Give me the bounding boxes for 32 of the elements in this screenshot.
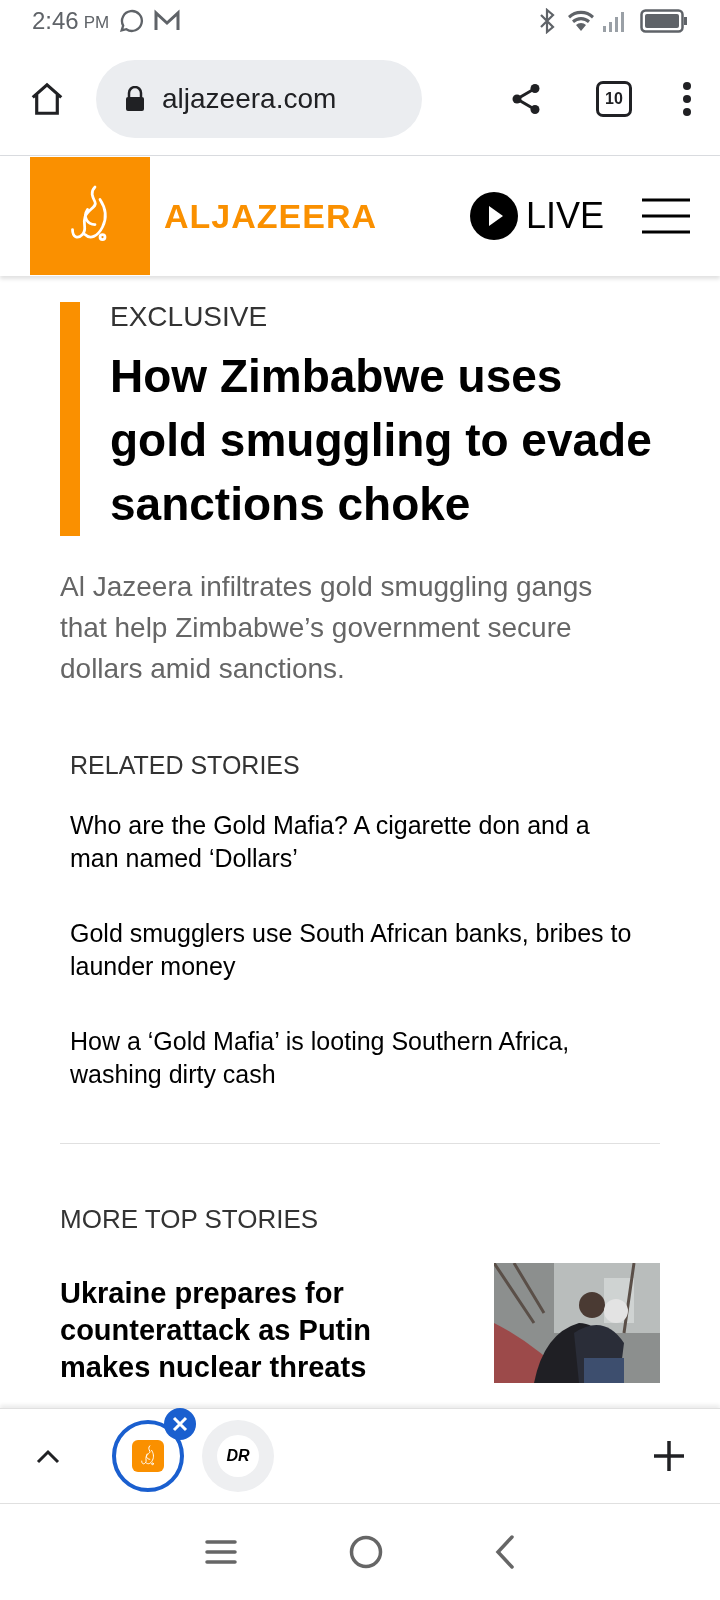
play-icon[interactable] <box>469 192 518 240</box>
home-button-icon[interactable] <box>349 1535 383 1569</box>
kicker: EXCLUSIVE <box>110 300 269 334</box>
story-link[interactable]: Ukraine prepares for counterattack as Putin makes nuclear threats <box>60 1262 400 1386</box>
signal-icon <box>602 10 626 32</box>
more-title: MORE TOP STORIES <box>60 1202 320 1236</box>
more-icon[interactable] <box>682 80 692 117</box>
tab-count-button[interactable]: 10 <box>596 80 632 117</box>
tab[interactable]: DR <box>202 1420 274 1492</box>
related-story-link[interactable]: Gold smugglers use South African banks, bribes to launder money <box>70 916 640 983</box>
lock-icon <box>124 85 146 112</box>
chevron-up-icon[interactable] <box>36 1448 60 1464</box>
status-ampm: PM <box>83 12 110 35</box>
recent-apps-icon[interactable] <box>205 1539 237 1565</box>
battery-icon <box>640 9 688 33</box>
bluetooth-icon <box>538 8 556 34</box>
status-time: 2:46 <box>32 6 79 36</box>
url-text: aljazeera.com <box>162 81 337 116</box>
live-link[interactable]: LIVE <box>525 189 604 243</box>
back-icon[interactable] <box>495 1535 515 1569</box>
related-title: RELATED STORIES <box>70 750 301 781</box>
close-icon[interactable] <box>164 1408 196 1440</box>
related-story-link[interactable]: How a ‘Gold Mafia’ is looting Southern Africa, washing dirty cash <box>70 1024 640 1091</box>
summary: Al Jazeera infiltrates gold smuggling gangs that help Zimbabwe’s government secure dollars amid sanctions. <box>60 570 594 686</box>
mail-icon <box>153 9 182 33</box>
favicon: DR <box>217 1435 259 1477</box>
address-bar[interactable]: aljazeera.com <box>96 59 422 138</box>
chat-icon <box>117 7 146 35</box>
add-icon[interactable] <box>654 1441 684 1471</box>
headline: How Zimbabwe uses gold smuggling to evade sanctions choke <box>110 349 653 532</box>
related-story-link[interactable]: Who are the Gold Mafia? A cigarette don and a man named ‘Dollars’ <box>70 808 640 875</box>
menu-icon[interactable] <box>642 197 690 235</box>
